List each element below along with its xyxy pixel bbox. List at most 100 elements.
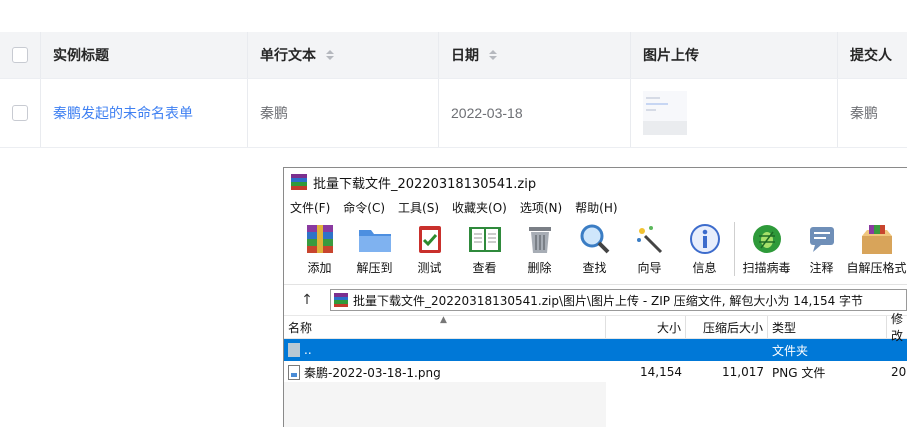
test-button[interactable]: 测试 xyxy=(402,222,457,276)
header-submitter-label: 提交人 xyxy=(850,47,892,63)
list-empty-area xyxy=(284,382,606,427)
row-image-cell xyxy=(631,79,838,147)
png-file-icon xyxy=(288,364,300,380)
file-type: 文件夹 xyxy=(772,343,809,358)
list-item[interactable]: 秦鹏-2022-03-18-1.png 14,154 11,017 PNG 文件… xyxy=(284,361,907,383)
menu-commands[interactable]: 命令(C) xyxy=(343,199,385,216)
delete-button[interactable]: 删除 xyxy=(512,222,567,276)
extract-to-label: 解压到 xyxy=(356,261,393,275)
header-title-label: 实例标题 xyxy=(53,47,109,63)
window-title: 批量下载文件_20220318130541.zip xyxy=(313,176,537,192)
sort-icon[interactable] xyxy=(489,50,497,60)
wizard-label: 向导 xyxy=(637,261,662,275)
trash-icon xyxy=(522,222,558,256)
wizard-button[interactable]: 向导 xyxy=(622,222,677,276)
info-icon xyxy=(687,222,723,256)
winrar-window: 批量下载文件_20220318130541.zip 文件(F) 命令(C) 工具… xyxy=(283,167,907,427)
file-size: 14,154 xyxy=(640,365,682,379)
file-list-header: ▲ 名称 大小 压缩后大小 类型 修改 xyxy=(284,312,907,343)
row-text-cell: 秦鹏 xyxy=(248,79,439,147)
file-name-cell: .. xyxy=(284,343,606,357)
header-image: 图片上传 xyxy=(631,32,838,78)
column-size[interactable]: 大小 xyxy=(606,316,686,338)
row-date-value: 2022-03-18 xyxy=(451,105,523,121)
menu-favorites[interactable]: 收藏夹(O) xyxy=(452,199,507,216)
menu-tools[interactable]: 工具(S) xyxy=(398,199,439,216)
path-text: 批量下载文件_20220318130541.zip\图片\图片上传 - ZIP … xyxy=(353,293,864,308)
file-name-cell: 秦鹏-2022-03-18-1.png xyxy=(284,364,606,381)
comment-button[interactable]: 注释 xyxy=(794,222,849,276)
column-name-label: 名称 xyxy=(288,320,313,335)
scan-virus-button[interactable]: 扫描病毒 xyxy=(739,222,794,276)
select-all-checkbox[interactable] xyxy=(12,47,28,63)
comment-label: 注释 xyxy=(809,261,834,275)
view-button[interactable]: 查看 xyxy=(457,222,512,276)
sort-ascending-icon: ▲ xyxy=(440,315,447,325)
row-title-cell: 秦鹏发起的未命名表单 xyxy=(41,79,248,147)
sfx-button[interactable]: 自解压格式 xyxy=(846,222,907,276)
winrar-icon xyxy=(291,174,307,190)
sfx-box-icon xyxy=(859,222,895,256)
scan-virus-label: 扫描病毒 xyxy=(742,261,791,275)
header-submitter: 提交人 xyxy=(838,32,907,78)
row-submitter-value: 秦鹏 xyxy=(850,105,878,121)
column-modified-label: 修改 xyxy=(890,312,903,343)
info-button[interactable]: 信息 xyxy=(677,222,732,276)
delete-label: 删除 xyxy=(527,261,552,275)
address-bar: ↑ 批量下载文件_20220318130541.zip\图片\图片上传 - ZI… xyxy=(284,284,907,315)
list-item[interactable]: .. 文件夹 xyxy=(284,339,907,361)
row-select-cell xyxy=(0,79,41,147)
table-top-spacer xyxy=(0,0,907,32)
menu-options[interactable]: 选项(N) xyxy=(520,199,562,216)
parent-folder-icon xyxy=(288,343,300,357)
sort-icon[interactable] xyxy=(326,50,334,60)
info-label: 信息 xyxy=(692,261,717,275)
sfx-label: 自解压格式 xyxy=(846,261,907,275)
menu-help[interactable]: 帮助(H) xyxy=(575,199,617,216)
header-text-label: 单行文本 xyxy=(260,47,316,63)
row-checkbox[interactable] xyxy=(12,105,28,121)
header-image-label: 图片上传 xyxy=(643,47,699,63)
add-button[interactable]: 添加 xyxy=(292,222,347,276)
file-name: 秦鹏-2022-03-18-1.png xyxy=(304,365,441,380)
menu-file[interactable]: 文件(F) xyxy=(290,199,330,216)
column-type[interactable]: 类型 xyxy=(768,316,887,338)
archive-icon xyxy=(334,293,348,307)
table-header: 实例标题 单行文本 日期 图片上传 提交人 xyxy=(0,32,907,79)
add-label: 添加 xyxy=(307,261,332,275)
file-list: ▲ 名称 大小 压缩后大小 类型 修改 .. 文件夹 秦鹏-2022-03-18… xyxy=(284,312,907,427)
menu-bar: 文件(F) 命令(C) 工具(S) 收藏夹(O) 选项(N) 帮助(H) xyxy=(284,196,907,218)
data-table: 实例标题 单行文本 日期 图片上传 提交人 秦鹏发起的未命名表单 秦鹏 2022… xyxy=(0,0,907,148)
toolbar: 添加 解压到 测试 查看 删除 查找 向导 信息 扫描病毒 注释 自解压格式 xyxy=(284,218,907,284)
header-text[interactable]: 单行文本 xyxy=(248,32,439,78)
column-packed-label: 压缩后大小 xyxy=(702,320,763,335)
column-packed[interactable]: 压缩后大小 xyxy=(686,316,768,338)
extract-to-button[interactable]: 解压到 xyxy=(347,222,402,276)
path-field[interactable]: 批量下载文件_20220318130541.zip\图片\图片上传 - ZIP … xyxy=(330,289,907,311)
row-date-cell: 2022-03-18 xyxy=(439,79,631,147)
image-thumbnail[interactable] xyxy=(643,91,687,135)
find-button[interactable]: 查找 xyxy=(567,222,622,276)
toolbar-separator xyxy=(734,222,735,276)
row-title-link[interactable]: 秦鹏发起的未命名表单 xyxy=(53,103,193,123)
virus-scan-icon xyxy=(749,222,785,256)
column-type-label: 类型 xyxy=(771,320,796,335)
header-date-label: 日期 xyxy=(451,47,479,63)
up-arrow-icon[interactable]: ↑ xyxy=(284,292,330,308)
column-modified[interactable]: 修改 xyxy=(887,312,907,343)
add-archive-icon xyxy=(302,222,338,256)
column-size-label: 大小 xyxy=(656,320,681,335)
find-label: 查找 xyxy=(582,261,607,275)
comment-icon xyxy=(804,222,840,256)
magnifier-icon xyxy=(577,222,613,256)
header-title: 实例标题 xyxy=(41,32,248,78)
header-date[interactable]: 日期 xyxy=(439,32,631,78)
test-label: 测试 xyxy=(417,261,442,275)
magic-wand-icon xyxy=(632,222,668,256)
file-type: PNG 文件 xyxy=(772,365,826,380)
window-titlebar[interactable]: 批量下载文件_20220318130541.zip xyxy=(284,168,907,196)
folder-icon xyxy=(357,222,393,256)
table-row[interactable]: 秦鹏发起的未命名表单 秦鹏 2022-03-18 秦鹏 xyxy=(0,79,907,148)
select-all-cell xyxy=(0,32,41,78)
clipboard-check-icon xyxy=(412,222,448,256)
